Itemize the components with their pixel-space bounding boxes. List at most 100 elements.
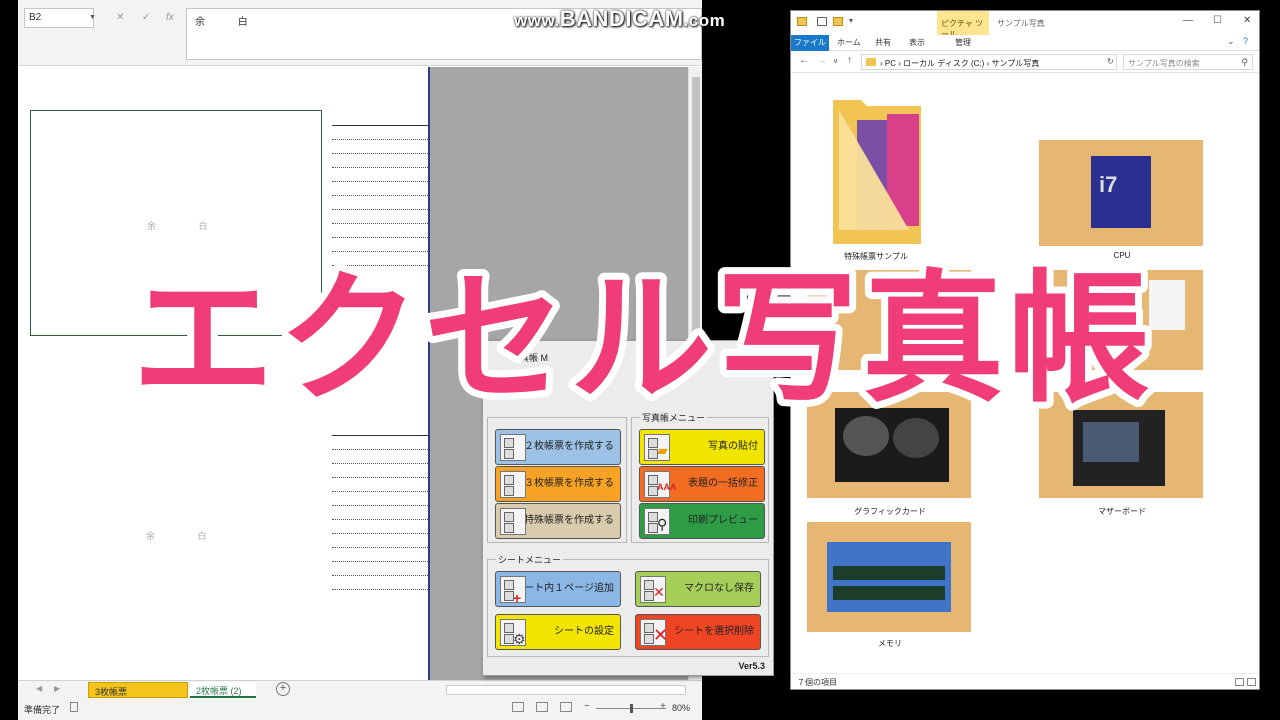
caption-line — [332, 477, 428, 478]
tab-file[interactable]: ファイル — [791, 35, 829, 51]
search-icon: ⚲ — [1241, 57, 1248, 67]
name-box-value: B2 — [29, 12, 42, 23]
normal-view-icon[interactable] — [512, 702, 524, 712]
ledger-icon — [500, 508, 526, 535]
search-input[interactable]: サンプル写真の検索 ⚲ — [1123, 54, 1253, 70]
caption-line — [332, 449, 428, 450]
chevron-down-icon[interactable]: ⌄ — [1227, 36, 1235, 47]
navigation-bar: ← → ∨ ↑ › PC › ローカル ディスク (C:) › サンプル写真 ↻… — [791, 51, 1259, 73]
delete-sheet-button[interactable]: ✕ シートを選択削除 — [635, 614, 761, 650]
item-label: マザーボード — [1098, 507, 1146, 516]
tab-view[interactable]: 表示 — [909, 37, 925, 48]
folder-icon: ▰ — [644, 434, 670, 461]
sheet-tab[interactable]: 3枚帳票 (DEFSHEET) — [88, 682, 188, 708]
gear-icon: ⚙ — [500, 619, 526, 646]
tab-prev-icon[interactable]: ◀ — [36, 684, 42, 693]
new-folder-icon[interactable] — [833, 17, 843, 26]
explorer-status-bar: ７個の項目 — [791, 673, 1259, 690]
folder-icon — [866, 58, 876, 66]
name-box[interactable]: B2 ▼ — [24, 8, 96, 28]
create-3-ledger-button[interactable]: ３枚帳票を作成する — [495, 466, 621, 502]
explorer-titlebar: ▾ ピクチャ ツール サンプル写真 — ☐ ✕ — [791, 11, 1259, 39]
close-icon[interactable]: ✕ — [1243, 15, 1251, 26]
photo-thumbnail[interactable]: i7 — [1039, 140, 1203, 246]
list-item[interactable] — [829, 94, 929, 246]
zoom-out-icon[interactable]: − — [584, 701, 590, 712]
check-icon[interactable]: ✓ — [142, 12, 150, 23]
caption-line — [332, 435, 428, 436]
tab-home[interactable]: ホーム — [837, 37, 861, 48]
caption-line — [332, 463, 428, 464]
delete-icon: ✕ — [640, 619, 668, 646]
create-special-ledger-button[interactable]: 特殊帳票を作成する — [495, 503, 621, 539]
minimize-icon[interactable]: — — [1183, 15, 1193, 26]
motherboard-image — [1083, 422, 1139, 462]
breadcrumb-pc[interactable]: PC — [885, 59, 896, 68]
ledger-icon — [500, 434, 526, 461]
gpu-fan — [893, 418, 939, 458]
caption-line — [332, 195, 428, 196]
caption-line — [332, 561, 428, 562]
memory-stick — [833, 566, 945, 580]
customize-icon[interactable]: ▾ — [849, 16, 853, 25]
folder-icon — [833, 100, 921, 246]
create-2-ledger-button[interactable]: ２枚帳票を作成する — [495, 429, 621, 465]
print-preview-button[interactable]: ⚲ 印刷プレビュー — [639, 503, 765, 539]
tab-next-icon[interactable]: ▶ — [54, 684, 60, 693]
function-icon[interactable]: fx — [166, 12, 174, 23]
up-icon[interactable]: ↑ — [847, 55, 852, 66]
macro-record-icon[interactable] — [70, 702, 78, 712]
add-page-button[interactable]: + シート内１ページ追加 — [495, 571, 621, 607]
sheet-settings-button[interactable]: ⚙ シートの設定 — [495, 614, 621, 650]
back-icon[interactable]: ← — [799, 55, 809, 66]
photo-frame[interactable]: 余 白 — [30, 379, 322, 679]
tab-share[interactable]: 共有 — [875, 37, 891, 48]
ledger-icon — [500, 471, 526, 498]
page-break-view-icon[interactable] — [560, 702, 572, 712]
properties-icon[interactable] — [817, 17, 827, 26]
horizontal-scrollbar[interactable] — [446, 685, 686, 695]
caption-line — [332, 547, 428, 548]
caption-line — [332, 153, 428, 154]
forward-icon[interactable]: → — [817, 55, 827, 66]
bulk-edit-title-button[interactable]: AAA 表題の一括修正 — [639, 466, 765, 502]
breadcrumb-disk[interactable]: ローカル ディスク (C:) — [903, 59, 984, 68]
zoom-slider[interactable] — [596, 704, 666, 713]
breadcrumb-folder[interactable]: サンプル写真 — [991, 59, 1039, 68]
refresh-icon[interactable]: ↻ — [1107, 57, 1114, 66]
zoom-slider-knob[interactable] — [630, 704, 633, 713]
screen: B2 ▼ ✕ ✓ fx 余 白 余 白 余 白 ◀ ▶ 3枚帳票 2枚帳票 (2… — [0, 0, 1280, 720]
chevron-down-icon[interactable]: ▼ — [89, 14, 96, 21]
recent-icon[interactable]: ∨ — [833, 57, 838, 65]
caption-line — [332, 181, 428, 182]
gpu-fan — [843, 416, 889, 456]
picture-tools-tab[interactable]: ピクチャ ツール — [937, 11, 989, 39]
zoom-in-icon[interactable]: + — [660, 701, 666, 712]
save-without-macro-button[interactable]: ✕ マクロなし保存 — [635, 571, 761, 607]
magnifier-icon: ⚲ — [644, 508, 670, 535]
bandicam-watermark: www.BANDICAM.com — [514, 6, 726, 31]
page-layout-icon[interactable] — [536, 702, 548, 712]
photo-thumbnail[interactable] — [807, 522, 971, 632]
caption-line — [332, 491, 428, 492]
large-icons-view-icon[interactable] — [1247, 678, 1256, 686]
maximize-icon[interactable]: ☐ — [1213, 15, 1222, 26]
sheet-tab-bar: ◀ ▶ 3枚帳票 (DEFSHEET) 2枚帳票 (2) + — [18, 680, 702, 708]
paste-photo-button[interactable]: ▰ 写真の貼付 — [639, 429, 765, 465]
cpu-box-text: i7 — [1099, 172, 1118, 197]
cancel-icon[interactable]: ✕ — [116, 12, 124, 23]
add-page-icon: + — [500, 576, 526, 605]
tab-manage[interactable]: 管理 — [955, 37, 971, 48]
add-sheet-icon[interactable]: + — [276, 682, 290, 696]
caption-line — [332, 505, 428, 506]
caption-line — [332, 139, 428, 140]
folder-icon — [797, 17, 807, 26]
details-view-icon[interactable] — [1235, 678, 1244, 686]
caption-line — [332, 223, 428, 224]
address-bar[interactable]: › PC › ローカル ディスク (C:) › サンプル写真 — [861, 54, 1117, 70]
sheet-tab[interactable]: 2枚帳票 (2) — [190, 682, 256, 698]
help-icon[interactable]: ? — [1243, 36, 1248, 46]
item-count: ７個の項目 — [797, 678, 837, 687]
zoom-level[interactable]: 80% — [672, 703, 690, 713]
status-bar: 準備完了 − + 80% — [18, 698, 702, 720]
